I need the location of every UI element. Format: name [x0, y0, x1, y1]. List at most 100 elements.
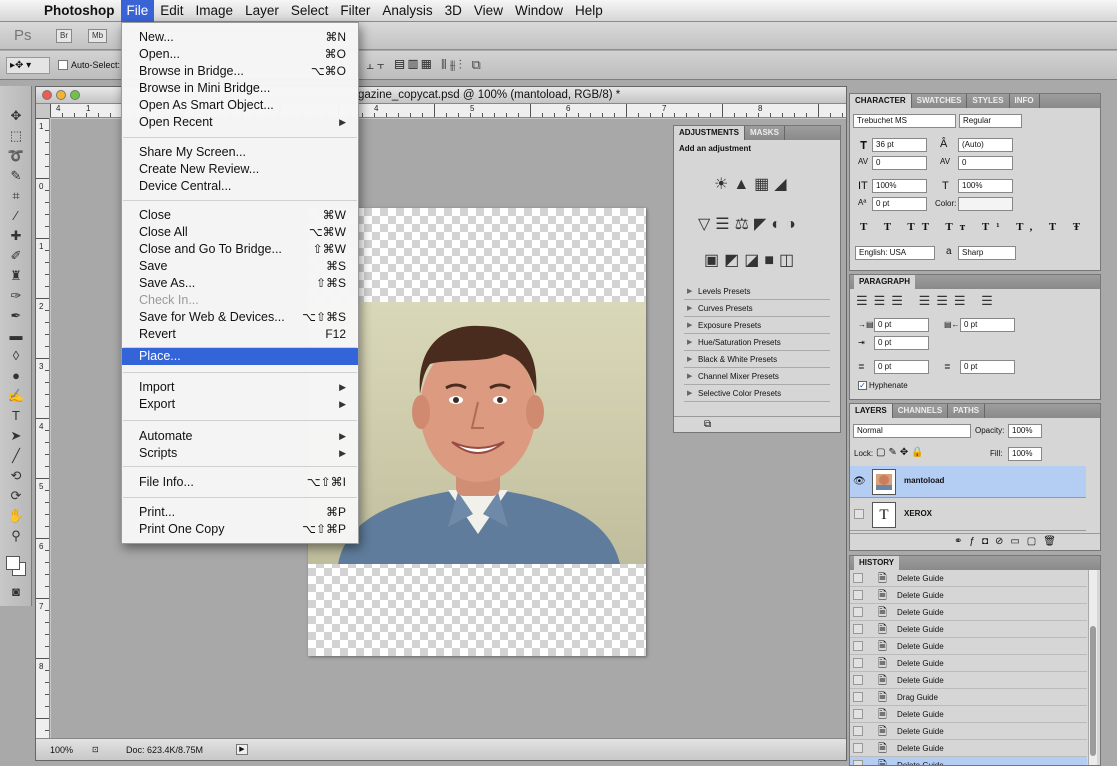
path-selection-tool-icon[interactable]: ➤ [6, 428, 26, 444]
menu-item-place[interactable]: Place... [122, 348, 358, 365]
adjustment-icons-row-3[interactable]: ▣◩◪■◫ [704, 250, 799, 270]
horizontal-scale-field[interactable]: 100% [958, 179, 1013, 193]
language-select[interactable]: English: USA [855, 246, 935, 260]
foreground-color-swatch[interactable] [6, 556, 20, 570]
pen-tool-icon[interactable]: ✍ [6, 388, 26, 404]
snapshot-source-box[interactable] [853, 760, 863, 765]
menu-item-browse-in-bridge[interactable]: Browse in Bridge... ⌥⌘O [122, 63, 358, 80]
menu-item-import[interactable]: Import ▶ [122, 379, 358, 396]
preset-exposure[interactable]: Exposure Presets [684, 317, 830, 334]
layer-row-mantoload[interactable]: 👁 mantoload [850, 466, 1086, 498]
menu-item-print[interactable]: Print... ⌘P [122, 504, 358, 521]
blur-tool-icon[interactable]: ◊ [6, 348, 26, 364]
close-window-icon[interactable] [42, 90, 52, 100]
kerning-field[interactable]: 0 [872, 156, 927, 170]
preset-channel-mixer[interactable]: Channel Mixer Presets [684, 368, 830, 385]
menu-file[interactable]: File [120, 0, 155, 22]
layers-footer-icons[interactable]: ⚭ƒ◘⊘▭▢🗑 [850, 533, 1100, 550]
blend-mode-select[interactable]: Normal [853, 424, 971, 438]
preset-hue-saturation[interactable]: Hue/Saturation Presets [684, 334, 830, 351]
vertical-scale-field[interactable]: 100% [872, 179, 927, 193]
opacity-field[interactable]: 100% [1008, 424, 1042, 438]
history-title[interactable]: HISTORY [854, 556, 900, 570]
snapshot-source-box[interactable] [853, 607, 863, 617]
tracking-field[interactable]: 0 [958, 156, 1013, 170]
history-state[interactable]: 🗎 Delete Guide [850, 672, 1087, 689]
preset-black-white[interactable]: Black & White Presets [684, 351, 830, 368]
adjustment-icons-row-2[interactable]: ▽☰⚖◤◐◑ [698, 214, 801, 234]
menu-image[interactable]: Image [190, 0, 240, 22]
hyphenate-checkbox[interactable]: ✓ [858, 381, 867, 390]
zoom-window-icon[interactable] [70, 90, 80, 100]
menu-photoshop[interactable]: Photoshop [38, 0, 121, 22]
menu-item-open-as-smart-object[interactable]: Open As Smart Object... [122, 97, 358, 114]
menu-item-open-recent[interactable]: Open Recent ▶ [122, 114, 358, 131]
type-tool-icon[interactable]: T [6, 408, 26, 424]
3d-orbit-tool-icon[interactable]: ⟳ [6, 488, 26, 504]
baseline-shift-field[interactable]: 0 pt [872, 197, 927, 211]
preset-curves[interactable]: Curves Presets [684, 300, 830, 317]
zoom-tool-icon[interactable]: ⚲ [6, 528, 26, 544]
history-state[interactable]: 🗎 Delete Guide [850, 570, 1087, 587]
menu-edit[interactable]: Edit [154, 0, 189, 22]
paragraph-title[interactable]: PARAGRAPH [854, 275, 915, 289]
layer-row-xerox[interactable]: T XEROX [850, 499, 1086, 531]
hyphenate-option[interactable]: ✓ Hyphenate [858, 381, 908, 390]
tab-styles[interactable]: STYLES [967, 94, 1010, 108]
zoom-level[interactable]: 100% [50, 739, 73, 761]
menu-3d[interactable]: 3D [439, 0, 468, 22]
history-state[interactable]: 🗎 Delete Guide [850, 757, 1087, 765]
menu-item-share-my-screen[interactable]: Share My Screen... [122, 144, 358, 161]
gradient-tool-icon[interactable]: ▬ [6, 328, 26, 344]
menu-view[interactable]: View [468, 0, 509, 22]
status-icon[interactable]: ⊡ [92, 739, 99, 761]
menu-item-create-new-review[interactable]: Create New Review... [122, 161, 358, 178]
mini-bridge-button[interactable]: Mb [88, 29, 108, 43]
dodge-tool-icon[interactable]: ● [6, 368, 26, 384]
history-state[interactable]: 🗎 Delete Guide [850, 723, 1087, 740]
text-color-swatch[interactable] [958, 197, 1013, 211]
menu-item-save-for-web[interactable]: Save for Web & Devices... ⌥⇧⌘S [122, 309, 358, 326]
snapshot-source-box[interactable] [853, 726, 863, 736]
tab-swatches[interactable]: SWATCHES [912, 94, 968, 108]
history-scroll-thumb[interactable] [1090, 626, 1096, 756]
status-menu-arrow-icon[interactable]: ▶ [236, 744, 248, 755]
auto-select-control[interactable]: Auto-Select: [58, 58, 120, 72]
menu-item-revert[interactable]: Revert F12 [122, 326, 358, 343]
visibility-box[interactable] [854, 509, 864, 519]
snapshot-source-box[interactable] [853, 641, 863, 651]
history-state[interactable]: 🗎 Delete Guide [850, 587, 1087, 604]
menu-item-automate[interactable]: Automate ▶ [122, 428, 358, 445]
history-state[interactable]: 🗎 Delete Guide [850, 621, 1087, 638]
tab-masks[interactable]: MASKS [745, 126, 785, 140]
space-before-field[interactable]: 0 pt [874, 360, 929, 374]
snapshot-source-box[interactable] [853, 743, 863, 753]
menu-item-file-info[interactable]: File Info... ⌥⇧⌘I [122, 474, 358, 491]
menu-item-export[interactable]: Export ▶ [122, 396, 358, 413]
tab-channels[interactable]: CHANNELS [893, 404, 949, 418]
3d-rotate-tool-icon[interactable]: ⟲ [6, 468, 26, 484]
auto-select-checkbox[interactable] [58, 60, 68, 70]
antialias-select[interactable]: Sharp [958, 246, 1016, 260]
preset-selective-color[interactable]: Selective Color Presets [684, 385, 830, 402]
lock-icons[interactable]: ▢✎✥🔒 [876, 447, 927, 458]
tab-layers[interactable]: LAYERS [850, 404, 893, 418]
history-state[interactable]: 🗎 Delete Guide [850, 655, 1087, 672]
history-scrollbar[interactable] [1088, 570, 1097, 765]
tool-preset-picker[interactable]: ▸✥ ▾ [6, 57, 50, 74]
eyedropper-tool-icon[interactable]: ⁄ [6, 208, 26, 224]
crop-tool-icon[interactable]: ⌗ [6, 188, 26, 204]
menu-item-new[interactable]: New... ⌘N [122, 29, 358, 46]
menu-item-save-as[interactable]: Save As... ⇧⌘S [122, 275, 358, 292]
brush-tool-icon[interactable]: ✐ [6, 248, 26, 264]
snapshot-source-box[interactable] [853, 692, 863, 702]
menu-help[interactable]: Help [569, 0, 609, 22]
preset-levels[interactable]: Levels Presets [684, 283, 830, 300]
indent-right-field[interactable]: 0 pt [960, 318, 1015, 332]
eye-icon[interactable]: 👁 [853, 476, 866, 487]
quick-select-tool-icon[interactable]: ✎ [6, 168, 26, 184]
font-family-select[interactable]: Trebuchet MS [853, 114, 956, 128]
history-state[interactable]: 🗎 Delete Guide [850, 740, 1087, 757]
menu-item-close-all[interactable]: Close All ⌥⌘W [122, 224, 358, 241]
menu-analysis[interactable]: Analysis [376, 0, 438, 22]
